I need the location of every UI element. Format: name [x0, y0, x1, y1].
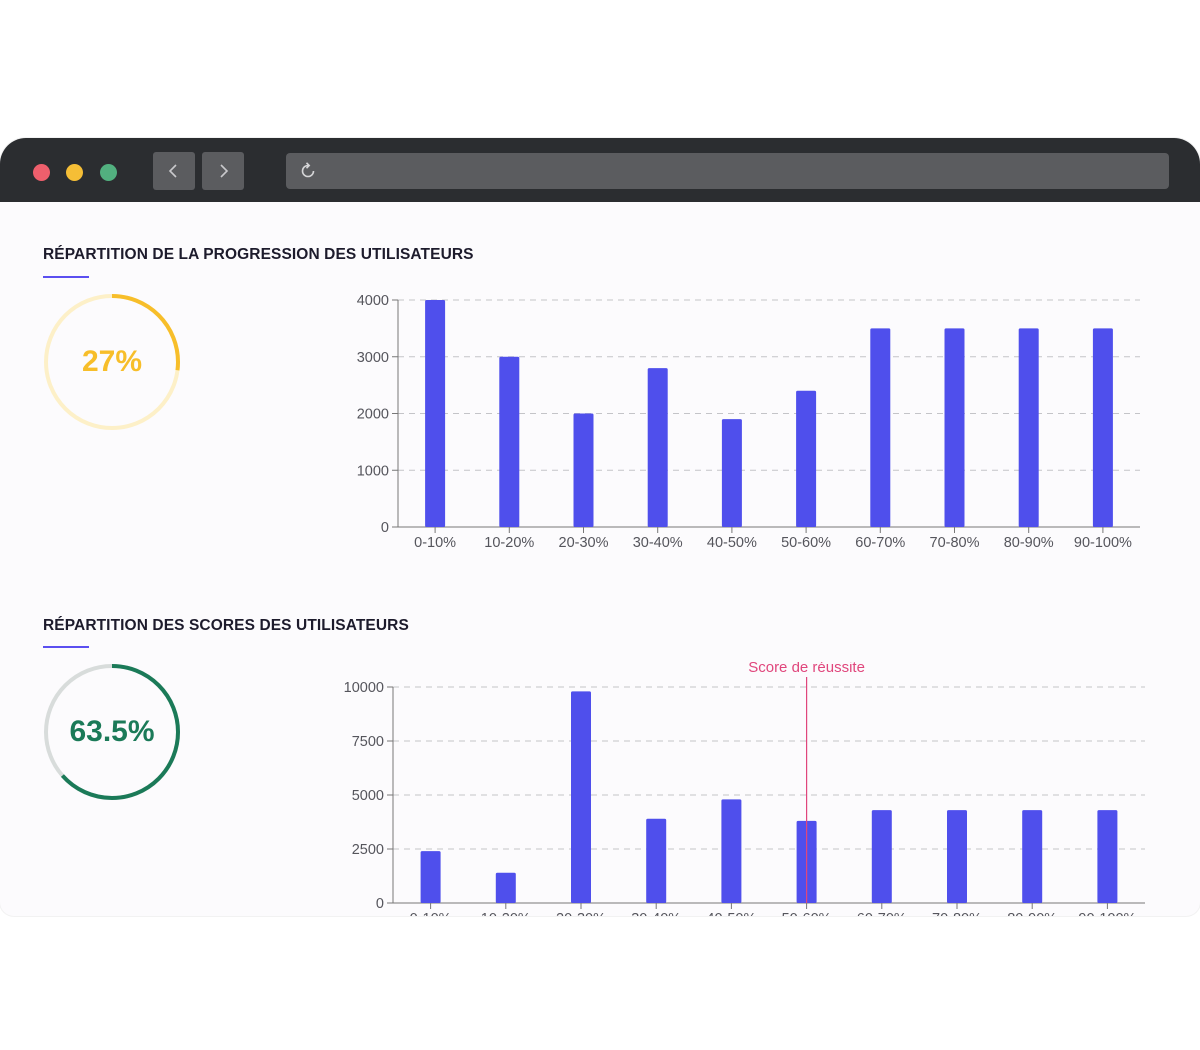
x-tick-label: 60-70% — [855, 535, 905, 551]
bar-90-100%[interactable] — [1092, 328, 1113, 527]
x-tick-label: 90-100% — [1078, 911, 1136, 916]
chevron-right-icon — [220, 164, 229, 178]
bar-80-90%[interactable] — [1018, 328, 1039, 527]
x-tick-label: 30-40% — [633, 535, 683, 551]
x-tick-label: 80-90% — [1004, 535, 1054, 551]
chevron-left-icon — [168, 164, 177, 178]
browser-toolbar — [0, 138, 1200, 202]
bar-30-40%[interactable] — [646, 818, 667, 903]
progress-section-title: RÉPARTITION DE LA PROGRESSION DES UTILIS… — [43, 246, 474, 263]
x-tick-label: 90-100% — [1074, 535, 1132, 551]
score-gauge-value: 63.5% — [69, 715, 155, 748]
back-button[interactable] — [153, 152, 195, 190]
score-title-underline — [43, 646, 89, 648]
score-distribution-chart: 0 2500 5000 7500 10000 0-10% 10-20% 20-30% 30-40… — [344, 662, 1145, 916]
x-tick-label: 40-50% — [706, 911, 756, 916]
x-tick-label: 60-70% — [857, 911, 907, 916]
bar-80-90%[interactable] — [1022, 810, 1043, 903]
y-tick-label: 1000 — [357, 463, 389, 479]
bar-60-70%[interactable] — [870, 328, 891, 527]
forward-button[interactable] — [202, 152, 244, 190]
y-tick-label: 2500 — [352, 842, 384, 858]
x-tick-label: 20-30% — [556, 911, 606, 916]
maximize-window-button[interactable] — [100, 164, 117, 181]
y-tick-label: 4000 — [357, 293, 389, 309]
x-tick-label: 0-10% — [414, 535, 456, 551]
x-tick-label: 80-90% — [1007, 911, 1057, 916]
reload-icon[interactable] — [298, 161, 318, 181]
x-tick-label: 50-60% — [782, 911, 832, 916]
x-tick-label: 70-80% — [930, 535, 980, 551]
address-bar[interactable] — [286, 153, 1169, 189]
y-tick-label: 5000 — [352, 788, 384, 804]
bar-0-10%[interactable] — [420, 851, 441, 903]
close-window-button[interactable] — [33, 164, 50, 181]
dashboard-content: RÉPARTITION DE LA PROGRESSION DES UTILIS… — [0, 202, 1200, 916]
y-tick-label: 0 — [381, 520, 389, 536]
bar-0-10%[interactable] — [425, 300, 446, 527]
bar-20-30%[interactable] — [573, 413, 594, 528]
x-tick-label: 30-40% — [631, 911, 681, 916]
y-tick-label: 10000 — [344, 680, 384, 696]
minimize-window-button[interactable] — [66, 164, 83, 181]
bar-20-30%[interactable] — [571, 691, 591, 903]
x-tick-label: 10-20% — [481, 911, 531, 916]
bar-40-50%[interactable] — [721, 799, 742, 903]
bar-40-50%[interactable] — [721, 419, 742, 527]
bar-60-70%[interactable] — [871, 810, 892, 903]
progress-gauge: 27% — [42, 292, 182, 432]
bar-30-40%[interactable] — [647, 368, 668, 527]
bar-90-100%[interactable] — [1097, 810, 1118, 903]
browser-window: RÉPARTITION DE LA PROGRESSION DES UTILIS… — [0, 138, 1200, 916]
x-tick-label: 20-30% — [559, 535, 609, 551]
bar-50-60%[interactable] — [796, 390, 817, 527]
y-tick-label: 0 — [376, 896, 384, 912]
y-tick-label: 7500 — [352, 734, 384, 750]
score-gauge: 63.5% — [42, 662, 182, 802]
bar-70-80%[interactable] — [947, 810, 967, 903]
progress-title-underline — [43, 276, 89, 278]
x-tick-label: 40-50% — [707, 535, 757, 551]
y-tick-label: 3000 — [357, 350, 389, 366]
x-tick-label: 70-80% — [932, 911, 982, 916]
y-tick-label: 2000 — [357, 407, 389, 423]
score-section-title: RÉPARTITION DES SCORES DES UTILISATEURS — [43, 617, 409, 634]
bar-10-20%[interactable] — [499, 356, 520, 527]
progress-gauge-value: 27% — [81, 345, 143, 378]
x-tick-label: 10-20% — [484, 535, 534, 551]
x-tick-label: 0-10% — [410, 911, 452, 916]
bar-10-20%[interactable] — [495, 872, 516, 903]
pass-score-label: Score de réussite — [748, 662, 865, 676]
bar-70-80%[interactable] — [944, 328, 965, 527]
x-tick-label: 50-60% — [781, 535, 831, 551]
progress-distribution-chart: 0 1000 2000 3000 4000 0-10% 10-20% 20-30% 30-40%… — [357, 293, 1140, 551]
